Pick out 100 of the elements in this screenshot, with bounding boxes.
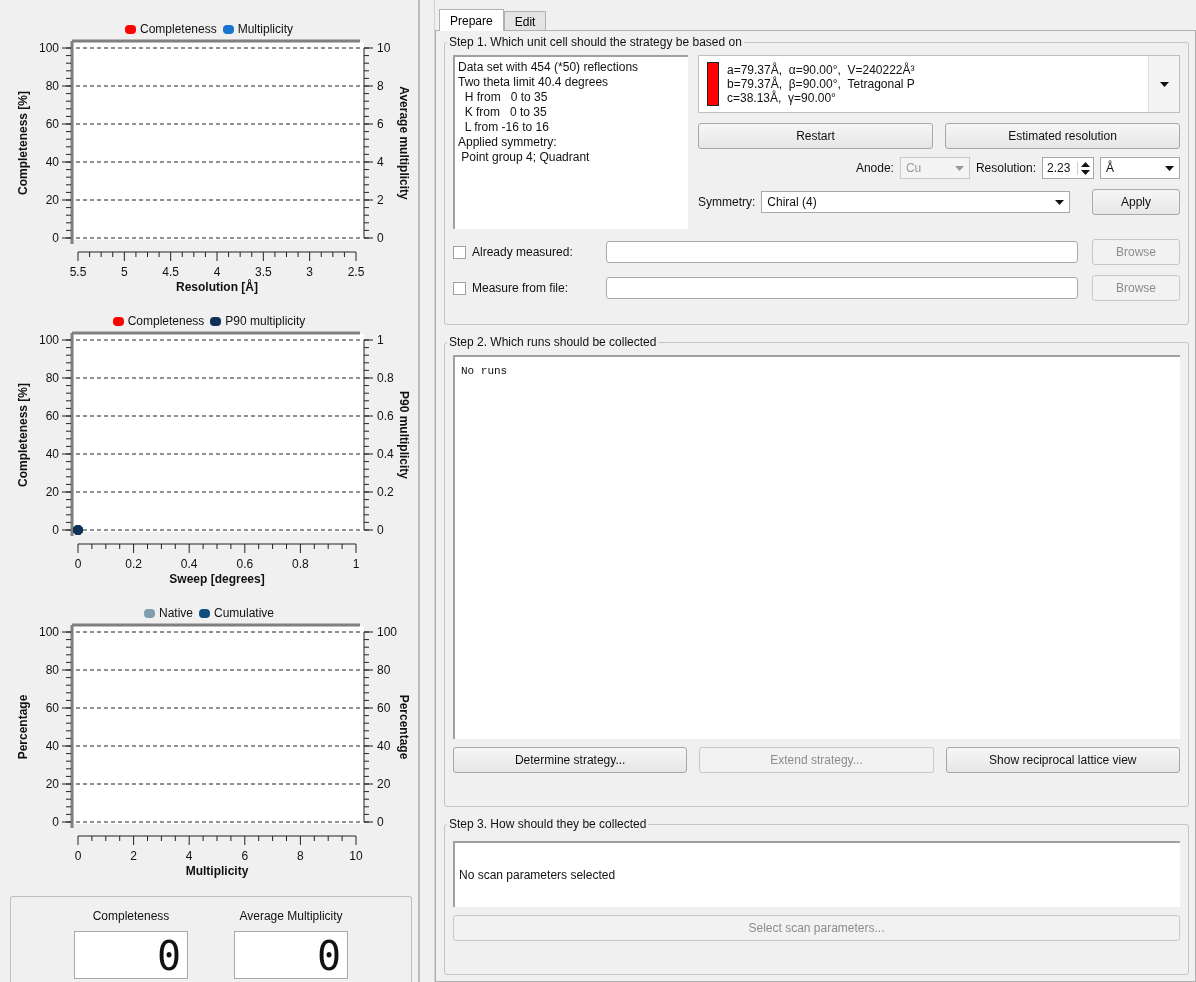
axis-tick-label: 5.5 (69, 265, 87, 279)
axis-tick-label: 6 (377, 117, 384, 131)
summary-label: Completeness (92, 909, 170, 923)
axis-tick-label: 4 (377, 155, 384, 169)
tab[interactable]: Edit (503, 11, 547, 30)
axis-tick-label: 20 (45, 777, 59, 791)
axis-tick-label: 0.8 (292, 557, 309, 571)
checkbox-label: Measure from file: (472, 281, 570, 295)
info-line: L from -16 to 16 (463, 120, 550, 135)
summary-label: Average Multiplicity (239, 909, 343, 923)
legend-label: Native (158, 606, 193, 620)
axis-tick-label: 5 (121, 265, 128, 279)
axis-tick-label: 0.8 (377, 371, 394, 385)
group-title: Step 2. Which runs should be collected (448, 335, 658, 349)
runs-text: No runs (461, 365, 508, 377)
axis-tick-label: 20 (45, 485, 59, 499)
legend-label: Completeness (127, 314, 205, 328)
axis-tick-label: 0 (74, 557, 82, 571)
symmetry-dropdown[interactable]: Chiral (4) (761, 191, 1070, 213)
axis-tick-label: 0 (377, 815, 384, 829)
file-path-field[interactable] (606, 241, 1078, 263)
scan-status-text: No scan parameters selected (459, 868, 616, 882)
group-title: Step 1. Which unit cell should the strategy be based on (448, 35, 743, 49)
secondary-y-axis-title: Percentage (397, 694, 411, 760)
resolution-label: Resolution: (975, 161, 1036, 175)
axis-tick-label: 8 (377, 79, 384, 93)
spin-down-icon[interactable] (1081, 169, 1090, 175)
axis-tick-label: 0.4 (180, 557, 198, 571)
axis-tick-label: 80 (45, 371, 59, 385)
axis-tick-label: 20 (377, 777, 391, 791)
dropdown-arrow-icon[interactable] (1165, 165, 1174, 171)
axis-tick-label: 2 (130, 849, 137, 863)
info-line: K from 0 to 35 (463, 105, 548, 120)
axis-tick-label: 40 (45, 447, 59, 461)
axis-tick-label: 100 (38, 333, 59, 347)
y-axis-title: Completeness [%] (16, 383, 30, 487)
info-line: Point group 4; Quadrant (460, 150, 591, 165)
lcd-display: 0 (74, 931, 188, 979)
spin-up-icon[interactable] (1081, 161, 1090, 167)
axis-tick-label: 0 (74, 849, 82, 863)
axis-tick-label: 3 (306, 265, 313, 279)
axis-tick-label: 3.5 (255, 265, 272, 279)
action-button[interactable]: Determine strategy... (453, 747, 688, 773)
axis-tick-label: 20 (45, 193, 59, 207)
action-button[interactable]: Show reciprocal lattice view (945, 747, 1180, 773)
axis-tick-label: 2 (377, 193, 384, 207)
data-point (73, 525, 83, 535)
axis-tick-label: 100 (38, 41, 59, 55)
action-button[interactable]: Estimated resolution (945, 123, 1180, 149)
axis-tick-label: 0 (52, 523, 59, 537)
axis-tick-label: 80 (45, 663, 59, 677)
axis-tick-label: 1 (377, 333, 384, 347)
axis-tick-label: 100 (377, 625, 398, 639)
axis-tick-label: 40 (377, 739, 391, 753)
legend-label: Completeness (139, 22, 217, 36)
unit-cell-line: c=38.13Å, γ=90.00° (727, 91, 836, 105)
axis-tick-label: 60 (377, 701, 391, 715)
info-line: H from 0 to 35 (463, 90, 549, 105)
axis-tick-label: 40 (45, 739, 59, 753)
unit-cell-dropdown[interactable]: a=79.37Å, α=90.00°, V=240222Å³ b=79.37Å, β=90.00°, Tetragonal P c=38.13Å, γ=90.00° (698, 55, 1180, 113)
axis-tick-label: 0.2 (125, 557, 142, 571)
axis-tick-label: 2.5 (347, 265, 365, 279)
legend-label: P90 multiplicity (225, 314, 306, 328)
dropdown-arrow-icon[interactable] (1159, 81, 1169, 87)
unit-dropdown[interactable]: Å (1100, 157, 1180, 179)
group-title: Step 3. How should they be collected (448, 817, 648, 831)
action-button[interactable]: Restart (698, 123, 933, 149)
axis-tick-label: 0 (377, 523, 384, 537)
axis-tick-label: 0.4 (377, 447, 394, 461)
unit-cell-line: a=79.37Å, α=90.00°, V=240222Å³ (727, 63, 916, 77)
checkbox[interactable] (453, 281, 466, 295)
axis-tick-label: 10 (377, 41, 391, 55)
x-axis-title: Resolution [Å] (176, 280, 258, 294)
y-axis-title: Completeness [%] (16, 91, 30, 195)
y-axis-title: Percentage (16, 694, 30, 760)
secondary-y-axis-title: Average multiplicity (397, 86, 411, 200)
axis-tick-label: 80 (377, 663, 391, 677)
axis-tick-label: 0.2 (377, 485, 394, 499)
symmetry-label: Symmetry: (698, 195, 756, 209)
axis-tick-label: 0 (52, 231, 59, 245)
lcd-display: 0 (234, 931, 348, 979)
checkbox[interactable] (453, 245, 466, 259)
x-axis-title: Multiplicity (185, 864, 249, 878)
runs-text-area[interactable]: No runs (453, 355, 1180, 739)
info-line: Two theta limit 40.4 degrees (458, 75, 610, 90)
checkbox-label: Already measured: (472, 245, 574, 259)
axis-tick-label: 10 (349, 849, 363, 863)
file-path-field[interactable] (606, 277, 1078, 299)
axis-tick-label: 0.6 (377, 409, 394, 423)
apply-button[interactable]: Apply (1092, 189, 1180, 215)
anode-label: Anode: (855, 161, 894, 175)
axis-tick-label: 4 (185, 849, 193, 863)
resolution-spinbox[interactable]: 2.23 (1042, 157, 1094, 179)
info-line: Applied symmetry: (458, 135, 558, 150)
dropdown-arrow-icon[interactable] (1055, 199, 1064, 205)
tab[interactable]: Prepare (439, 9, 504, 31)
axis-tick-label: 40 (45, 155, 59, 169)
axis-tick-label: 8 (297, 849, 304, 863)
unit-cell-line: b=79.37Å, β=90.00°, Tetragonal P (727, 77, 916, 91)
axis-tick-label: 60 (45, 409, 59, 423)
